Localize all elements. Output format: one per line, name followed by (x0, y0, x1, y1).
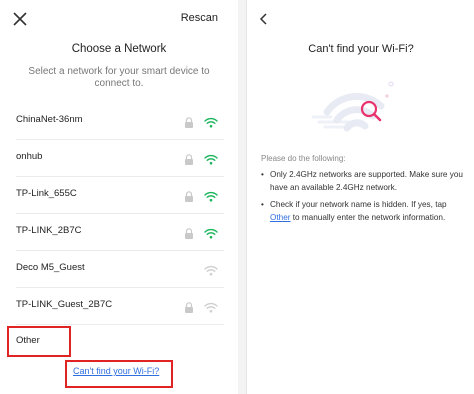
network-row[interactable]: Deco M5_Guest (16, 251, 224, 288)
choose-network-screen: Rescan Choose a Network Select a network… (0, 0, 238, 394)
lock-icon (184, 189, 194, 202)
instructions-list: • Only 2.4GHz networks are supported. Ma… (261, 168, 467, 228)
other-network-option[interactable]: Other (16, 335, 40, 346)
network-list: ChinaNet-36nm onhub TP-Link_655C TP-LINK_2B… (0, 103, 238, 325)
wifi-icon (204, 226, 218, 239)
cant-find-wifi-link[interactable]: Can't find your Wi-Fi? (73, 366, 159, 376)
network-name: ChinaNet-36nm (16, 114, 83, 125)
wifi-search-illustration (311, 81, 394, 132)
chevron-left-icon[interactable] (259, 12, 269, 26)
bullet-glyph: • (261, 170, 264, 179)
other-link[interactable]: Other (270, 213, 290, 222)
wifi-icon (204, 152, 218, 165)
list-item: • Check if your network name is hidden. … (261, 198, 467, 224)
page-title: Choose a Network (71, 43, 167, 55)
network-row[interactable]: ChinaNet-36nm (16, 103, 224, 140)
cant-find-wifi-screen: Can't find your Wi-Fi? Please do the fol… (246, 0, 474, 394)
network-name: TP-LINK_Guest_2B7C (16, 299, 113, 310)
wifi-icon (204, 115, 218, 128)
network-name: TP-Link_655C (16, 188, 77, 199)
lock-icon (184, 115, 194, 128)
instructions-heading: Please do the following: (261, 154, 346, 163)
network-row[interactable]: TP-Link_655C (16, 177, 224, 214)
wifi-icon (204, 263, 218, 276)
lock-icon (184, 152, 194, 165)
lock-icon (184, 226, 194, 239)
list-item: • Only 2.4GHz networks are supported. Ma… (261, 168, 467, 194)
bullet-glyph: • (261, 200, 264, 209)
network-row[interactable]: TP-LINK_Guest_2B7C (16, 288, 224, 325)
network-row[interactable]: onhub (16, 140, 224, 177)
bullet-text: Only 2.4GHz networks are supported. Make… (270, 170, 463, 192)
network-name: Deco M5_Guest (16, 262, 85, 273)
page-subtitle: Select a network for your smart device t… (28, 66, 210, 89)
wifi-icon (204, 300, 218, 313)
rescan-button[interactable]: Rescan (181, 12, 218, 24)
lock-icon (184, 300, 194, 313)
wifi-icon (204, 189, 218, 202)
page-title: Can't find your Wi-Fi? (308, 43, 414, 55)
close-icon[interactable] (12, 11, 28, 27)
network-row[interactable]: TP-LINK_2B7C (16, 214, 224, 251)
network-name: onhub (16, 151, 43, 162)
bullet-text-after: to manually enter the network informatio… (290, 213, 446, 222)
bullet-text-before: Check if your network name is hidden. If… (270, 200, 447, 209)
network-name: TP-LINK_2B7C (16, 225, 82, 236)
